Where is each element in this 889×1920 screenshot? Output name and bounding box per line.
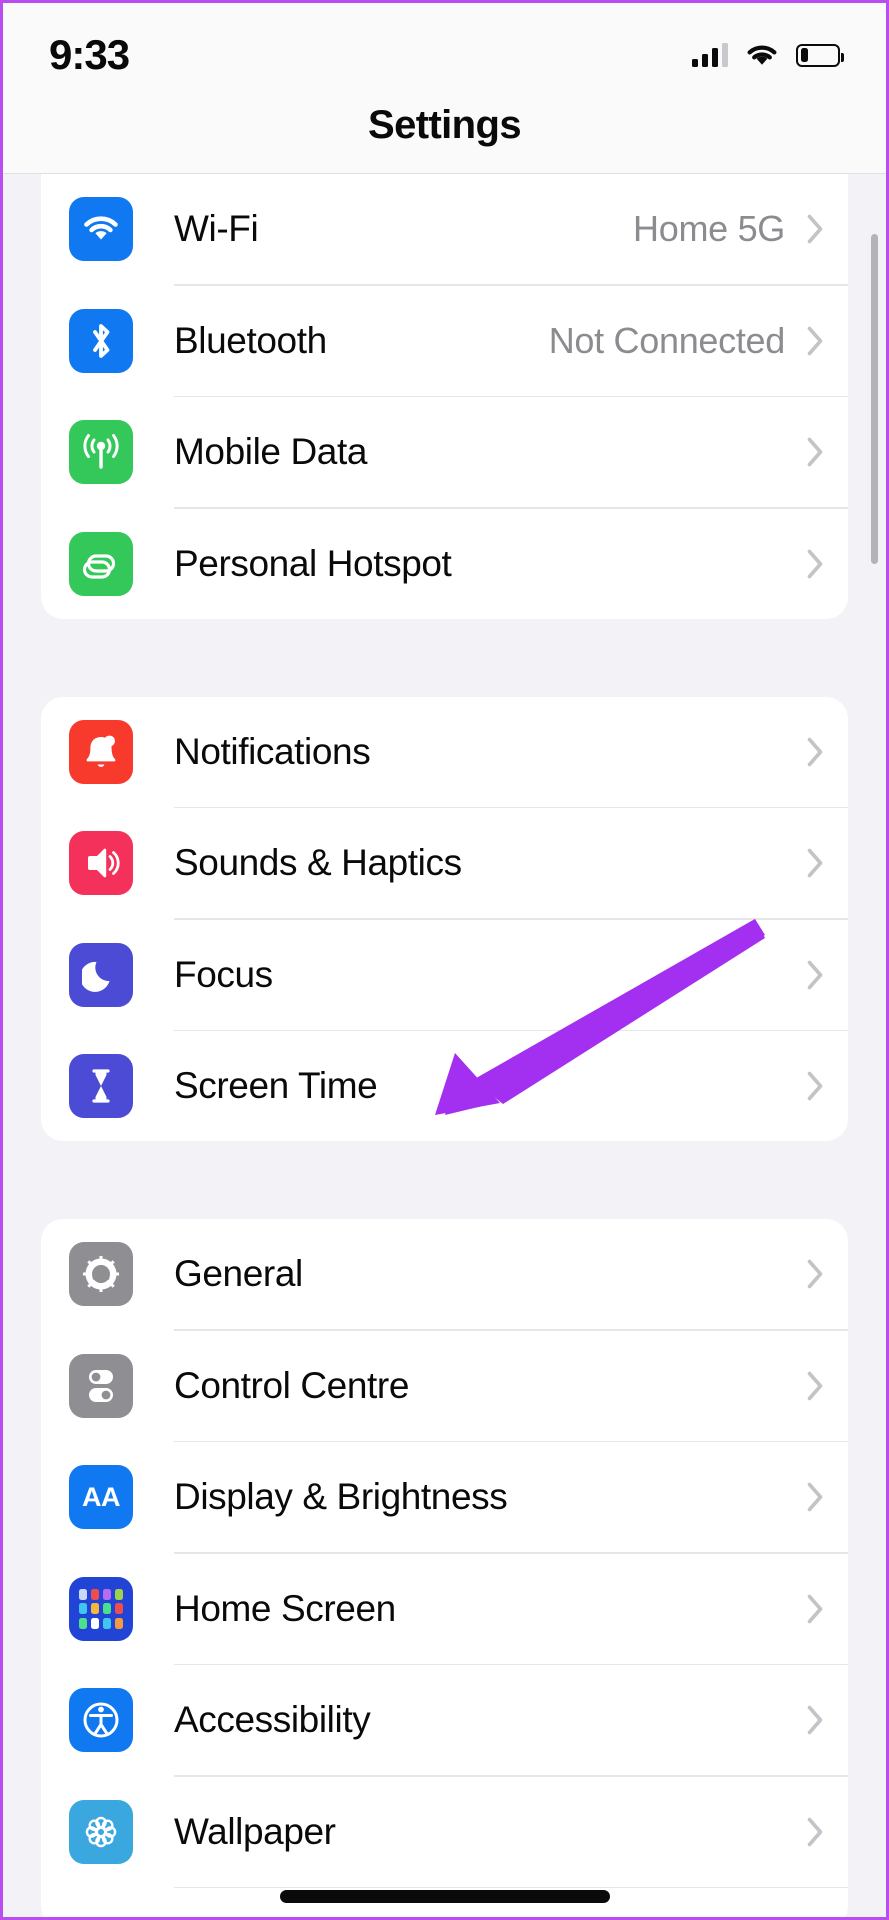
settings-row-accessory <box>785 1705 848 1735</box>
settings-row-accessory <box>785 1594 848 1624</box>
settings-row-accessibility[interactable]: Accessibility <box>41 1665 848 1775</box>
settings-row-value: Not Connected <box>548 319 786 361</box>
cellular-bars-icon <box>691 43 728 67</box>
settings-row-focus[interactable]: Focus <box>41 920 848 1030</box>
chevron-right-icon <box>807 1482 824 1512</box>
settings-row-label: Personal Hotspot <box>174 542 452 584</box>
settings-row-accessory <box>785 737 848 767</box>
iphone-settings-screen: 9:33 Settings Wi-Fi Home 5G Bluetooth No… <box>0 0 889 1920</box>
cellular-antenna-icon <box>69 420 133 484</box>
chevron-right-icon <box>807 214 824 244</box>
vertical-scrollbar[interactable] <box>871 234 878 564</box>
chevron-right-icon <box>807 1071 824 1101</box>
settings-row-accessory <box>785 549 848 579</box>
settings-row-bluetooth[interactable]: Bluetooth Not Connected <box>41 286 848 396</box>
settings-row-value: Home 5G <box>633 208 785 249</box>
settings-row-accessory: Not Connected <box>549 320 848 362</box>
settings-row-control-centre[interactable]: Control Centre <box>41 1331 848 1441</box>
settings-row-personal-hotspot[interactable]: Personal Hotspot <box>41 509 848 619</box>
battery-low-icon <box>796 43 844 67</box>
page-title: Settings <box>368 103 522 147</box>
settings-row-label: General <box>174 1253 303 1294</box>
settings-row-sounds-haptics[interactable]: Sounds & Haptics <box>41 808 848 918</box>
accessibility-icon <box>69 1688 133 1752</box>
wifi-icon <box>745 43 779 68</box>
settings-group-alerts: Notifications Sounds & Haptics Focus Scr… <box>41 696 848 1141</box>
bluetooth-icon <box>69 308 133 373</box>
settings-row-accessory <box>785 1482 848 1512</box>
settings-row-label: Focus <box>174 953 273 995</box>
wifi-icon <box>69 197 133 261</box>
chevron-right-icon <box>807 326 824 356</box>
settings-row-label: Bluetooth <box>174 319 327 361</box>
settings-row-label: Control Centre <box>174 1364 410 1406</box>
gear-icon <box>69 1242 133 1306</box>
settings-row-label: Sounds & Haptics <box>174 842 462 883</box>
settings-group-system: General Control Centre AA Display & Brig… <box>41 1219 848 1917</box>
hourglass-icon <box>69 1054 133 1118</box>
chevron-right-icon <box>807 960 824 990</box>
settings-row-home-screen[interactable]: Home Screen <box>41 1554 848 1664</box>
settings-row-accessory <box>785 848 848 878</box>
settings-row-accessory <box>785 437 848 467</box>
settings-row-notifications[interactable]: Notifications <box>41 697 848 807</box>
chevron-right-icon <box>807 1817 824 1847</box>
speaker-icon <box>69 831 133 895</box>
settings-row-label: Wallpaper <box>174 1810 336 1852</box>
chevron-right-icon <box>807 549 824 579</box>
chevron-right-icon <box>807 737 824 767</box>
settings-row-label: Mobile Data <box>174 431 368 472</box>
settings-row-mobile-data[interactable]: Mobile Data <box>41 397 848 507</box>
settings-row-label: Home Screen <box>174 1587 396 1629</box>
chevron-right-icon <box>807 1705 824 1735</box>
settings-row-wallpaper[interactable]: Wallpaper <box>41 1777 848 1887</box>
chevron-right-icon <box>807 1371 824 1401</box>
text-size-aa-icon: AA <box>69 1465 133 1529</box>
settings-row-accessory <box>785 1259 848 1289</box>
chevron-right-icon <box>807 848 824 878</box>
settings-row-general[interactable]: General <box>41 1219 848 1329</box>
chevron-right-icon <box>807 1259 824 1289</box>
chevron-right-icon <box>807 437 824 467</box>
toggles-icon <box>69 1353 133 1418</box>
settings-row-label: Notifications <box>174 730 371 772</box>
status-bar-indicators <box>691 43 844 68</box>
bell-icon <box>69 719 133 784</box>
status-bar-clock: 9:33 <box>49 31 130 78</box>
settings-row-screen-time[interactable]: Screen Time <box>41 1031 848 1141</box>
settings-row-display-brightness[interactable]: AA Display & Brightness <box>41 1442 848 1552</box>
status-bar: 9:33 <box>3 3 886 103</box>
settings-row-label: Display & Brightness <box>174 1476 508 1517</box>
settings-group-connectivity: Wi-Fi Home 5G Bluetooth Not Connected Mo… <box>41 174 848 619</box>
app-grid-icon <box>69 1576 133 1641</box>
settings-row-label: Wi-Fi <box>174 208 259 249</box>
hotspot-links-icon <box>69 531 133 596</box>
settings-row-label: Screen Time <box>174 1065 378 1106</box>
settings-row-wifi[interactable]: Wi-Fi Home 5G <box>41 174 848 284</box>
settings-row-label: Accessibility <box>174 1699 371 1740</box>
chevron-right-icon <box>807 1594 824 1624</box>
settings-row-accessory <box>785 1371 848 1401</box>
flower-icon <box>69 1799 133 1864</box>
settings-scroll-area[interactable]: Wi-Fi Home 5G Bluetooth Not Connected Mo… <box>3 174 886 1917</box>
settings-row-accessory <box>785 1071 848 1101</box>
settings-row-accessory <box>785 960 848 990</box>
home-indicator <box>279 1890 610 1903</box>
settings-row-accessory <box>785 1817 848 1847</box>
moon-icon <box>69 942 133 1007</box>
settings-row-accessory: Home 5G <box>633 208 848 250</box>
navigation-bar: Settings <box>3 103 886 173</box>
